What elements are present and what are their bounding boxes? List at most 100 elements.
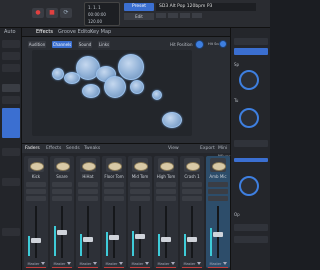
- hit-position-knob[interactable]: [195, 40, 204, 49]
- sidebar-button[interactable]: [2, 64, 20, 72]
- mixer-channel[interactable]: HiHat Master: [76, 156, 100, 268]
- tab-groove-editor[interactable]: Groove Editor: [58, 28, 92, 37]
- mini-control[interactable]: [156, 13, 166, 18]
- output-routing[interactable]: Master: [128, 262, 152, 266]
- insert-slot[interactable]: [130, 182, 150, 187]
- insert-slot[interactable]: [78, 182, 98, 187]
- insert-slot[interactable]: [182, 189, 202, 194]
- insert-slot[interactable]: [208, 182, 228, 187]
- insert-slot[interactable]: [156, 189, 176, 194]
- output-routing[interactable]: Master: [102, 262, 126, 266]
- fader-handle[interactable]: [213, 232, 223, 238]
- insert-slot[interactable]: [52, 182, 72, 187]
- preset-name-display[interactable]: SD3 Alt Pop 120bpm P3: [156, 3, 256, 11]
- mixer-channel[interactable]: High Tom Master: [154, 156, 178, 268]
- fader-handle[interactable]: [109, 235, 119, 241]
- snare-pad[interactable]: [82, 84, 100, 98]
- insert-slot[interactable]: [182, 182, 202, 187]
- insert-slot[interactable]: [130, 189, 150, 194]
- mini-control[interactable]: [168, 13, 178, 18]
- right-panel-knob[interactable]: [239, 176, 259, 196]
- mini-control[interactable]: [192, 13, 202, 18]
- insert-slot[interactable]: [52, 196, 72, 201]
- output-routing[interactable]: Master: [154, 262, 178, 266]
- sound-pill[interactable]: Sound: [78, 41, 92, 48]
- tab-effects[interactable]: Effects: [36, 28, 53, 37]
- right-panel-slider[interactable]: [234, 158, 268, 162]
- insert-slot[interactable]: [104, 182, 124, 187]
- drum-thumbnail[interactable]: [158, 158, 174, 172]
- right-panel-active[interactable]: [234, 48, 268, 55]
- insert-slot[interactable]: [26, 182, 46, 187]
- fader-handle[interactable]: [135, 234, 145, 240]
- output-routing[interactable]: Master: [76, 262, 100, 266]
- insert-slot[interactable]: [52, 189, 72, 194]
- splash-pad[interactable]: [52, 68, 64, 80]
- export-button[interactable]: Export: [200, 144, 215, 153]
- insert-slot[interactable]: [156, 182, 176, 187]
- fader-handle[interactable]: [161, 237, 171, 243]
- output-routing[interactable]: Master: [24, 262, 48, 266]
- links-pill[interactable]: Links: [98, 41, 110, 48]
- sidebar-button[interactable]: [2, 228, 20, 236]
- tab-key-map[interactable]: Key Map: [90, 28, 111, 37]
- audition-pill[interactable]: Audition: [28, 41, 46, 48]
- mini-mixer-button[interactable]: Mini Mixer: [218, 144, 230, 160]
- preset-button[interactable]: Preset: [124, 3, 154, 11]
- speed-knob[interactable]: [239, 70, 259, 90]
- fader-handle[interactable]: [57, 230, 67, 235]
- loop-button[interactable]: ⟳: [60, 8, 72, 18]
- sidebar-button[interactable]: [2, 178, 20, 186]
- drum-thumbnail[interactable]: [80, 158, 96, 172]
- insert-slot[interactable]: [182, 196, 202, 201]
- right-panel-button[interactable]: [234, 140, 268, 147]
- drum-thumbnail[interactable]: [210, 158, 226, 172]
- tune-knob[interactable]: [239, 108, 259, 128]
- hihat-pad[interactable]: [64, 72, 80, 84]
- insert-slot[interactable]: [208, 189, 228, 194]
- sidebar-button[interactable]: [2, 40, 20, 48]
- kick-pad[interactable]: [104, 76, 126, 98]
- drum-thumbnail[interactable]: [184, 158, 200, 172]
- mixer-channel[interactable]: Floor Tom Master: [102, 156, 126, 268]
- sidebar-button[interactable]: [2, 148, 20, 156]
- crash-pad[interactable]: [162, 112, 182, 128]
- tab-sends[interactable]: Sends: [66, 144, 80, 153]
- insert-slot[interactable]: [26, 189, 46, 194]
- sidebar-button[interactable]: [2, 52, 20, 60]
- insert-slot[interactable]: [130, 196, 150, 201]
- drum-thumbnail[interactable]: [28, 158, 44, 172]
- right-panel-button[interactable]: [234, 38, 268, 45]
- drum-thumbnail[interactable]: [106, 158, 122, 172]
- right-panel-button[interactable]: [234, 224, 268, 231]
- cymbal-pad[interactable]: [118, 54, 144, 80]
- insert-slot[interactable]: [208, 196, 228, 201]
- view-menu[interactable]: View: [168, 144, 179, 153]
- mini-control[interactable]: [180, 13, 190, 18]
- tab-faders[interactable]: Faders: [25, 144, 40, 153]
- sidebar-button[interactable]: [2, 96, 20, 104]
- insert-slot[interactable]: [78, 196, 98, 201]
- insert-slot[interactable]: [104, 196, 124, 201]
- mixer-channel[interactable]: Amb Mic Master: [206, 156, 230, 268]
- insert-slot[interactable]: [104, 189, 124, 194]
- fader-handle[interactable]: [83, 237, 93, 243]
- output-routing[interactable]: Master: [180, 262, 204, 266]
- channels-pill[interactable]: Channels: [52, 41, 72, 48]
- output-routing[interactable]: Master: [50, 262, 74, 266]
- floor-tom-pad[interactable]: [130, 80, 144, 94]
- auto-label[interactable]: Auto: [4, 28, 16, 37]
- fader-handle[interactable]: [31, 238, 41, 244]
- drum-thumbnail[interactable]: [54, 158, 70, 172]
- right-panel-button[interactable]: [234, 236, 268, 243]
- sidebar-active-block[interactable]: [2, 108, 20, 138]
- insert-slot[interactable]: [26, 196, 46, 201]
- drum-thumbnail[interactable]: [132, 158, 148, 172]
- ride-pad[interactable]: [152, 90, 162, 100]
- insert-slot[interactable]: [78, 189, 98, 194]
- tab-tweaks[interactable]: Tweaks: [84, 144, 100, 153]
- edit-button[interactable]: Edit: [124, 13, 154, 20]
- record-button[interactable]: ●: [32, 8, 44, 18]
- mixer-channel[interactable]: Crash 1 Master: [180, 156, 204, 268]
- fader-handle[interactable]: [187, 237, 197, 243]
